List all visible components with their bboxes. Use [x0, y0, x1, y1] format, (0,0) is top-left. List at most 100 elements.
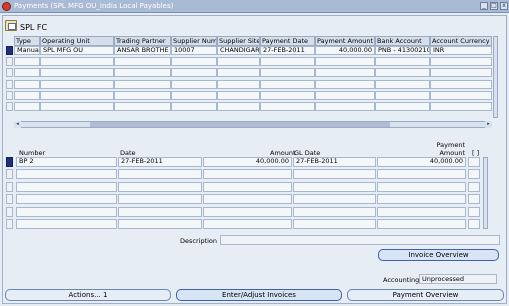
cell-account-currency[interactable]	[430, 57, 492, 66]
cell-payment-date[interactable]	[260, 102, 315, 111]
cell-supplier-site[interactable]	[217, 57, 260, 66]
cell-operating-unit[interactable]	[40, 68, 114, 77]
cell-payment-date[interactable]: 27-FEB-2011	[260, 46, 315, 55]
cell-supplier-site[interactable]	[217, 68, 260, 77]
col-header-type[interactable]: Type	[14, 36, 40, 46]
cell-payment-amount[interactable]	[315, 57, 375, 66]
cell-trading-partner[interactable]	[114, 57, 171, 66]
payment-overview-button[interactable]: Payment Overview	[347, 289, 504, 301]
cell-payment-date[interactable]	[260, 68, 315, 77]
cell-bank-account[interactable]	[375, 102, 430, 111]
cell-extra[interactable]	[468, 169, 480, 179]
cell-date[interactable]	[118, 207, 202, 217]
payments-vertical-scrollbar[interactable]	[493, 36, 498, 118]
record-indicator[interactable]	[6, 219, 13, 229]
cell-payment-date[interactable]	[260, 80, 315, 89]
cell-number[interactable]	[16, 207, 117, 217]
cell-payment-amount[interactable]	[377, 219, 466, 229]
cell-amount[interactable]	[203, 207, 292, 217]
close-button[interactable]: x	[500, 2, 508, 10]
cell-operating-unit[interactable]	[40, 57, 114, 66]
cell-payment-amount[interactable]: 40,000.00	[377, 157, 466, 167]
cell-bank-account[interactable]: PNB - 413002100	[375, 46, 430, 55]
cell-trading-partner[interactable]	[114, 102, 171, 111]
cell-extra[interactable]	[468, 207, 480, 217]
record-indicator[interactable]	[6, 194, 13, 204]
scroll-thumb[interactable]	[90, 122, 390, 127]
scroll-right-icon[interactable]: ▸	[485, 121, 492, 128]
cell-extra[interactable]	[468, 219, 480, 229]
cell-payment-amount[interactable]: 40,000.00	[315, 46, 375, 55]
cell-type[interactable]	[14, 80, 40, 89]
cell-payment-amount[interactable]	[377, 182, 466, 192]
cell-account-currency[interactable]	[430, 91, 492, 100]
cell-type[interactable]	[14, 68, 40, 77]
cell-amount[interactable]	[203, 219, 292, 229]
record-indicator[interactable]	[6, 207, 13, 217]
maximize-button[interactable]: □	[490, 2, 498, 10]
cell-supplier-site[interactable]	[217, 91, 260, 100]
folder-tools-icon[interactable]	[5, 20, 17, 31]
cell-operating-unit[interactable]	[40, 91, 114, 100]
cell-account-currency[interactable]	[430, 80, 492, 89]
cell-number[interactable]: BP 2	[16, 157, 117, 167]
cell-gl-date[interactable]	[293, 169, 376, 179]
cell-operating-unit[interactable]	[40, 80, 114, 89]
payments-horizontal-scrollbar[interactable]: ◂ ▸	[14, 121, 492, 128]
cell-bank-account[interactable]	[375, 91, 430, 100]
cell-payment-amount[interactable]	[315, 91, 375, 100]
cell-account-currency[interactable]: INR	[430, 46, 492, 55]
cell-supplier-number[interactable]	[171, 57, 217, 66]
record-indicator[interactable]	[6, 169, 13, 179]
cell-payment-date[interactable]	[260, 91, 315, 100]
col-header-trading-partner[interactable]: Trading Partner	[114, 36, 171, 46]
cell-payment-amount[interactable]	[377, 169, 466, 179]
cell-amount[interactable]	[203, 182, 292, 192]
cell-supplier-number[interactable]	[171, 91, 217, 100]
cell-payment-amount[interactable]	[315, 68, 375, 77]
record-indicator[interactable]	[6, 102, 13, 111]
cell-supplier-number[interactable]	[171, 102, 217, 111]
cell-type[interactable]	[14, 57, 40, 66]
col-header-supplier-number[interactable]: Supplier Numb	[171, 36, 217, 46]
record-indicator[interactable]	[6, 91, 13, 100]
cell-gl-date[interactable]	[293, 219, 376, 229]
cell-operating-unit[interactable]	[40, 102, 114, 111]
cell-gl-date[interactable]: 27-FEB-2011	[293, 157, 376, 167]
cell-gl-date[interactable]	[293, 182, 376, 192]
cell-number[interactable]	[16, 182, 117, 192]
cell-date[interactable]: 27-FEB-2011	[118, 157, 202, 167]
cell-number[interactable]	[16, 194, 117, 204]
invoice-overview-button[interactable]: Invoice Overview	[378, 249, 499, 261]
cell-extra[interactable]	[468, 182, 480, 192]
cell-operating-unit[interactable]: SPL MFG OU	[40, 46, 114, 55]
cell-gl-date[interactable]	[293, 207, 376, 217]
cell-supplier-number[interactable]	[171, 80, 217, 89]
cell-number[interactable]	[16, 219, 117, 229]
cell-account-currency[interactable]	[430, 102, 492, 111]
cell-amount[interactable]	[203, 169, 292, 179]
current-record-indicator[interactable]	[6, 157, 13, 167]
cell-extra[interactable]	[468, 194, 480, 204]
col-header-bank-account[interactable]: Bank Account	[375, 36, 430, 46]
record-indicator[interactable]	[6, 68, 13, 77]
documents-vertical-scrollbar[interactable]	[483, 157, 488, 229]
minimize-button[interactable]: _	[480, 2, 488, 10]
record-indicator[interactable]	[6, 57, 13, 66]
actions-button[interactable]: Actions... 1	[5, 289, 171, 301]
cell-account-currency[interactable]	[430, 68, 492, 77]
record-indicator[interactable]	[6, 80, 13, 89]
cell-trading-partner[interactable]	[114, 80, 171, 89]
cell-date[interactable]	[118, 219, 202, 229]
col-header-account-currency[interactable]: Account Currency	[430, 36, 492, 46]
cell-trading-partner[interactable]	[114, 68, 171, 77]
cell-amount[interactable]	[203, 194, 292, 204]
cell-supplier-site[interactable]: CHANDIGAR	[217, 46, 260, 55]
col-header-payment-amount[interactable]: Payment Amount	[315, 36, 375, 46]
cell-trading-partner[interactable]: ANSAR BROTHE	[114, 46, 171, 55]
col-header-operating-unit[interactable]: Operating Unit	[40, 36, 114, 46]
cell-supplier-number[interactable]	[171, 68, 217, 77]
cell-type[interactable]	[14, 102, 40, 111]
cell-supplier-site[interactable]	[217, 102, 260, 111]
cell-payment-amount[interactable]	[377, 194, 466, 204]
